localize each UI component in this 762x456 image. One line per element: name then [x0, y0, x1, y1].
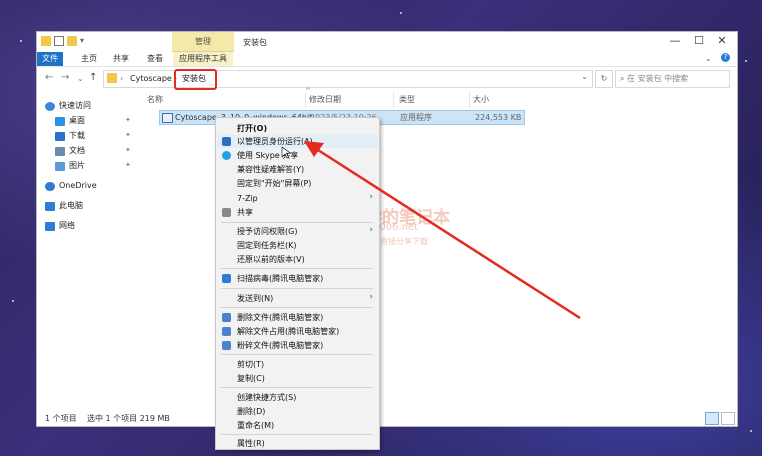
annotation-arrow-layer [281, 141, 581, 320]
annotation-arrow-line [317, 148, 581, 320]
annotation-arrow-head [304, 141, 324, 157]
mouse-cursor-icon [281, 146, 292, 159]
